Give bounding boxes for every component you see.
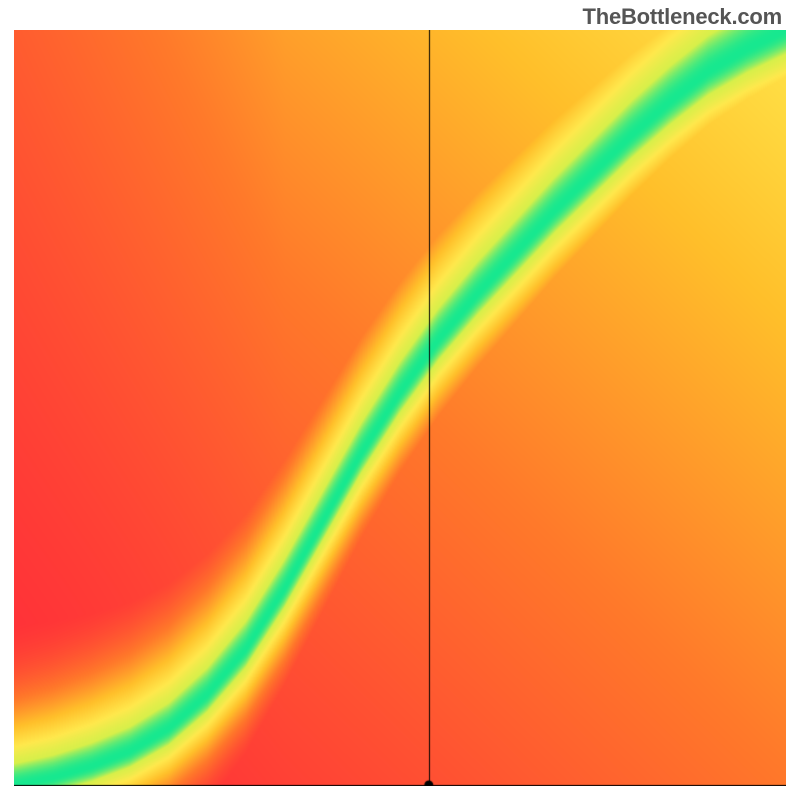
heatmap-canvas [14,30,786,786]
heatmap-plot [14,30,786,786]
watermark-text: TheBottleneck.com [582,4,782,30]
